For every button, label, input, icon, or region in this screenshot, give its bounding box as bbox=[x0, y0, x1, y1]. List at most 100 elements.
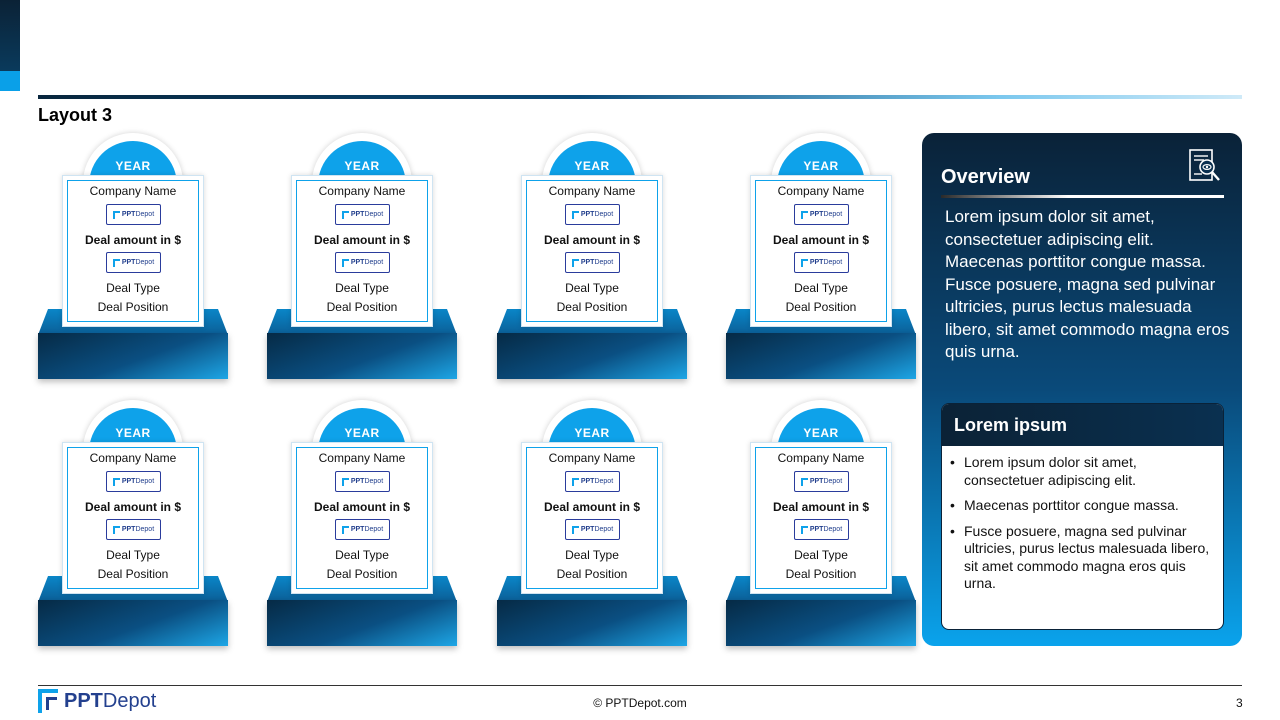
company-name: Company Name bbox=[777, 184, 865, 198]
year-label: YEAR bbox=[574, 159, 610, 173]
logo-mark-icon bbox=[112, 210, 120, 219]
deal-type: Deal Type bbox=[565, 548, 619, 562]
deal-amount: Deal amount in $ bbox=[543, 500, 641, 514]
logo-mark-icon bbox=[571, 525, 579, 534]
logo-mark-icon bbox=[112, 258, 120, 267]
logo-mark-icon bbox=[800, 258, 808, 267]
year-label: YEAR bbox=[344, 426, 380, 440]
deal-position: Deal Position bbox=[97, 567, 169, 581]
logo-mark-icon bbox=[571, 258, 579, 267]
logo-mark-icon bbox=[112, 477, 120, 486]
deal-position: Deal Position bbox=[556, 567, 628, 581]
company-logo: PPT Depot bbox=[794, 204, 849, 225]
year-label: YEAR bbox=[803, 426, 839, 440]
logo-mark-icon bbox=[341, 258, 349, 267]
year-label: YEAR bbox=[803, 159, 839, 173]
lorem-ipsum-card: Lorem ipsum Lorem ipsum dolor sit amet, … bbox=[941, 403, 1224, 630]
year-label: YEAR bbox=[115, 426, 151, 440]
deal-amount: Deal amount in $ bbox=[84, 233, 182, 247]
award-card: YEAR Company Name PPT Depot Deal amount in $… bbox=[497, 400, 687, 648]
pedestal-base bbox=[38, 333, 228, 379]
deal-amount: Deal amount in $ bbox=[313, 233, 411, 247]
company-name: Company Name bbox=[548, 451, 636, 465]
deal-position: Deal Position bbox=[785, 300, 857, 314]
bullet-item: Fusce posuere, magna sed pulvinar ultric… bbox=[950, 523, 1213, 593]
company-logo: PPT Depot bbox=[106, 471, 161, 492]
company-logo: PPT Depot bbox=[565, 471, 620, 492]
pedestal-base bbox=[726, 333, 916, 379]
deal-type: Deal Type bbox=[565, 281, 619, 295]
company-logo: PPT Depot bbox=[794, 252, 849, 273]
bullet-list: Lorem ipsum dolor sit amet, consectetuer… bbox=[942, 446, 1223, 593]
company-name: Company Name bbox=[89, 184, 177, 198]
company-logo: PPT Depot bbox=[565, 519, 620, 540]
logo-mark-icon bbox=[341, 525, 349, 534]
pedestal-base bbox=[267, 333, 457, 379]
deal-type: Deal Type bbox=[335, 548, 389, 562]
deal-position: Deal Position bbox=[556, 300, 628, 314]
lorem-ipsum-title: Lorem ipsum bbox=[942, 404, 1223, 446]
deal-position: Deal Position bbox=[785, 567, 857, 581]
deal-type: Deal Type bbox=[106, 281, 160, 295]
deal-position: Deal Position bbox=[326, 567, 398, 581]
footer-copyright: © PPTDepot.com bbox=[593, 696, 687, 710]
year-label: YEAR bbox=[115, 159, 151, 173]
logo-mark-icon bbox=[341, 210, 349, 219]
award-card: YEAR Company Name PPT Depot Deal amount in $… bbox=[497, 133, 687, 381]
year-label: YEAR bbox=[574, 426, 610, 440]
company-logo: PPT Depot bbox=[106, 519, 161, 540]
pedestal-base bbox=[497, 600, 687, 646]
logo-mark-icon bbox=[341, 477, 349, 486]
deal-amount: Deal amount in $ bbox=[772, 233, 870, 247]
bullet-item: Lorem ipsum dolor sit amet, consectetuer… bbox=[950, 454, 1213, 489]
deal-amount: Deal amount in $ bbox=[543, 233, 641, 247]
pedestal-base bbox=[267, 600, 457, 646]
company-name: Company Name bbox=[89, 451, 177, 465]
logo-mark-icon bbox=[800, 477, 808, 486]
company-logo: PPT Depot bbox=[335, 252, 390, 273]
company-name: Company Name bbox=[777, 451, 865, 465]
pedestal-base bbox=[726, 600, 916, 646]
document-search-icon bbox=[1189, 149, 1220, 181]
company-logo: PPT Depot bbox=[565, 204, 620, 225]
overview-panel: Overview Lorem ipsum dolor sit amet, con… bbox=[922, 133, 1242, 646]
company-logo: PPT Depot bbox=[794, 471, 849, 492]
pedestal-base bbox=[38, 600, 228, 646]
overview-text: Lorem ipsum dolor sit amet, consectetuer… bbox=[945, 207, 1230, 361]
logo-mark-icon bbox=[112, 525, 120, 534]
logo-mark-icon bbox=[800, 210, 808, 219]
deal-type: Deal Type bbox=[794, 281, 848, 295]
bullet-item: Maecenas porttitor congue massa. bbox=[950, 497, 1213, 515]
deal-type: Deal Type bbox=[335, 281, 389, 295]
logo-mark-icon bbox=[571, 477, 579, 486]
corner-accent-dark bbox=[0, 0, 20, 71]
company-logo: PPT Depot bbox=[565, 252, 620, 273]
deal-amount: Deal amount in $ bbox=[772, 500, 870, 514]
corner-accent-blue bbox=[0, 71, 20, 91]
company-logo: PPT Depot bbox=[794, 519, 849, 540]
logo-mark-icon bbox=[571, 210, 579, 219]
deal-type: Deal Type bbox=[106, 548, 160, 562]
company-logo: PPT Depot bbox=[106, 252, 161, 273]
company-logo: PPT Depot bbox=[335, 204, 390, 225]
award-card: YEAR Company Name PPT Depot Deal amount in $… bbox=[267, 400, 457, 648]
award-card: YEAR Company Name PPT Depot Deal amount in $… bbox=[726, 133, 916, 381]
deal-position: Deal Position bbox=[97, 300, 169, 314]
deal-amount: Deal amount in $ bbox=[84, 500, 182, 514]
award-card: YEAR Company Name PPT Depot Deal amount in $… bbox=[726, 400, 916, 648]
page-number: 3 bbox=[1236, 696, 1243, 710]
pedestal-base bbox=[497, 333, 687, 379]
company-logo: PPT Depot bbox=[335, 471, 390, 492]
page-title: Layout 3 bbox=[38, 105, 113, 125]
year-label: YEAR bbox=[344, 159, 380, 173]
company-logo: PPT Depot bbox=[106, 204, 161, 225]
company-name: Company Name bbox=[318, 184, 406, 198]
deal-amount: Deal amount in $ bbox=[313, 500, 411, 514]
company-logo: PPT Depot bbox=[335, 519, 390, 540]
company-name: Company Name bbox=[548, 184, 636, 198]
award-card: YEAR Company Name PPT Depot Deal amount in $… bbox=[267, 133, 457, 381]
company-name: Company Name bbox=[318, 451, 406, 465]
deal-type: Deal Type bbox=[794, 548, 848, 562]
deal-position: Deal Position bbox=[326, 300, 398, 314]
logo-mark-icon bbox=[800, 525, 808, 534]
